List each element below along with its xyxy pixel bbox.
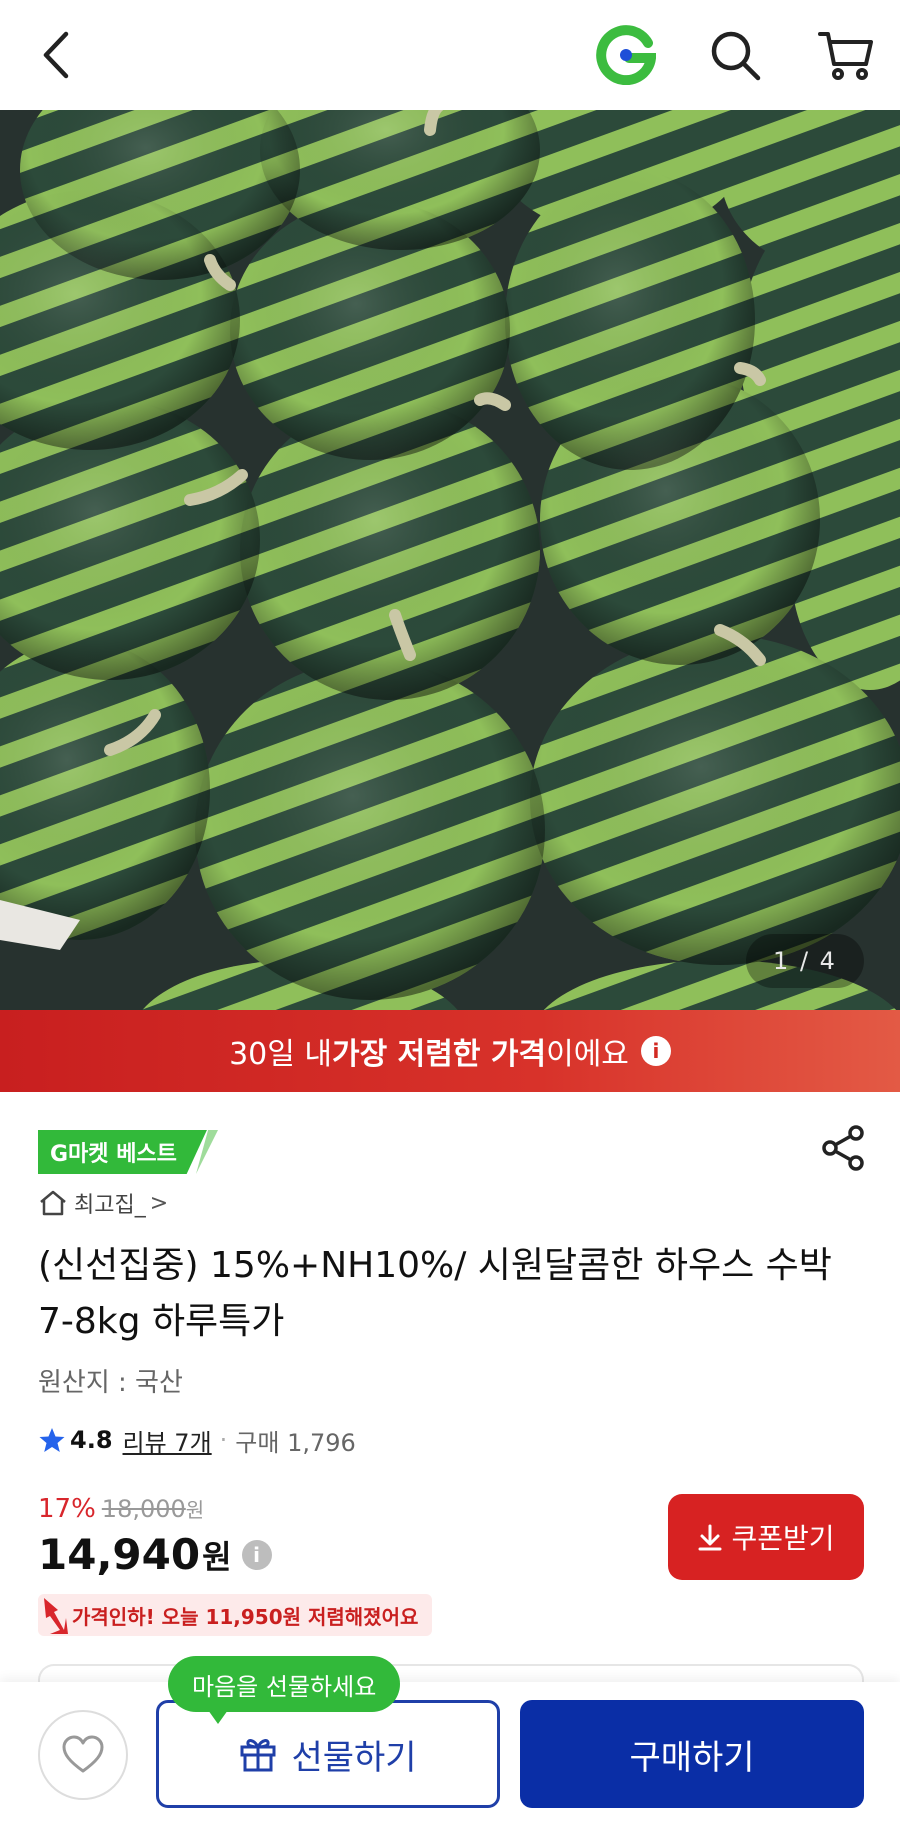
- chevron-right-icon: >: [149, 1190, 169, 1216]
- down-arrow-icon: [44, 1598, 68, 1634]
- download-icon: [698, 1524, 722, 1551]
- banner-suffix: 이에요: [546, 1037, 629, 1072]
- buy-button[interactable]: 구매하기: [520, 1700, 864, 1808]
- price-info-icon[interactable]: i: [241, 1539, 272, 1570]
- review-link[interactable]: 리뷰 7개: [123, 1423, 212, 1458]
- wishlist-button[interactable]: [38, 1710, 128, 1800]
- coupon-label: 쿠폰받기: [731, 1522, 835, 1555]
- price-cut-message: 가격인하! 오늘 11,950원 저렴해졌어요: [72, 1604, 419, 1629]
- discount-rate: 17%: [38, 1494, 96, 1524]
- back-button[interactable]: [28, 0, 84, 110]
- discount-row: 17% 18,000 원: [38, 1494, 204, 1524]
- cart-button[interactable]: [810, 0, 882, 110]
- star-icon: [39, 1428, 65, 1452]
- banner-prefix: 30일 내: [229, 1037, 332, 1072]
- sale-price: 14,940: [38, 1530, 201, 1579]
- original-price-unit: 원: [185, 1498, 205, 1522]
- share-button[interactable]: [820, 1124, 866, 1172]
- home-icon: [40, 1190, 66, 1216]
- best-badge: G마켓 베스트: [38, 1130, 207, 1174]
- search-button[interactable]: [702, 0, 768, 110]
- lowest-price-banner[interactable]: 30일 내 가장 저렴한 가격 이에요 i: [0, 1010, 900, 1092]
- gift-tooltip: 마음을 선물하세요: [168, 1656, 401, 1724]
- separator-dot: ·: [219, 1426, 228, 1454]
- search-icon: [711, 31, 761, 81]
- cart-icon: [818, 32, 873, 80]
- product-origin: 원산지 : 국산: [38, 1368, 183, 1398]
- gift-label: 선물하기: [291, 1737, 417, 1778]
- store-name: 최고집_: [74, 1193, 146, 1218]
- product-image: [0, 110, 900, 1010]
- image-page-indicator: 1 / 4: [746, 934, 864, 988]
- share-icon: [822, 1125, 864, 1171]
- product-title: (신선집중) 15%+NH10%/ 시원달콤한 하우스 수박 7-8kg 하루특…: [38, 1245, 832, 1342]
- gift-icon: [240, 1739, 276, 1772]
- banner-emphasis: 가장 저렴한 가격: [332, 1037, 547, 1072]
- purchase-count: 구매 1,796: [235, 1428, 356, 1457]
- price-row: 14,940 원 i: [38, 1530, 272, 1579]
- rating-score: 4.8: [70, 1426, 113, 1454]
- chevron-left-icon: [43, 31, 69, 79]
- top-bar: [0, 0, 900, 110]
- store-link[interactable]: 최고집_ >: [38, 1186, 168, 1220]
- sale-price-unit: 원: [202, 1537, 232, 1576]
- info-icon[interactable]: i: [640, 1036, 671, 1066]
- price-cut-notice: 가격인하! 오늘 11,950원 저렴해졌어요: [38, 1594, 433, 1636]
- product-image-carousel[interactable]: 1 / 4: [0, 110, 900, 1010]
- original-price: 18,000: [101, 1495, 186, 1523]
- rating-row: 4.8 리뷰 7개 · 구매 1,796: [38, 1420, 356, 1460]
- heart-icon: [62, 1735, 104, 1773]
- coupon-button[interactable]: 쿠폰받기: [668, 1494, 864, 1580]
- g-logo-icon[interactable]: [592, 0, 660, 110]
